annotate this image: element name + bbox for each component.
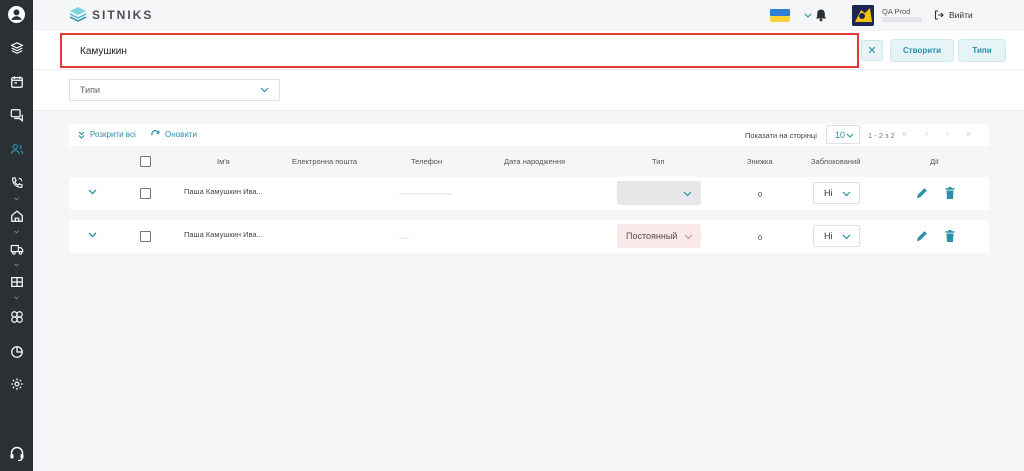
row-name[interactable]: Паша Камушкин Ива... [184, 230, 263, 239]
header: SITNIKS QA Prod Вийти [33, 0, 1024, 31]
row-type-value: Постоянный [626, 231, 678, 241]
row-type-select[interactable]: Постоянный [617, 224, 701, 248]
row-blocked-value: Ні [824, 188, 833, 198]
chevron-down-icon [684, 234, 693, 240]
column-phone: Телефон [411, 157, 443, 166]
row-type-select[interactable] [617, 181, 701, 205]
integrations-icon[interactable] [0, 306, 33, 328]
refresh-label: Оновити [165, 130, 197, 139]
avatar[interactable] [852, 5, 874, 26]
users-icon[interactable] [0, 138, 33, 160]
clear-search-button[interactable]: ✕ [861, 40, 883, 61]
chevron-down-icon [846, 133, 854, 138]
chat-icon[interactable] [0, 104, 33, 126]
table-row[interactable]: Паша Камушкин Ива... Постоянный 0 Ні [69, 220, 989, 253]
chevron-down-icon [842, 234, 851, 240]
column-birthdate: Дата народження [504, 157, 566, 166]
bell-icon[interactable] [815, 8, 827, 22]
per-page-label: Показати на сторінці [745, 131, 817, 140]
chevron-down-icon [14, 193, 19, 201]
search-input[interactable] [70, 40, 854, 62]
type-filter-placeholder: Типи [80, 85, 101, 95]
column-name: Ім'я [217, 157, 230, 166]
table-toolbar: Розкрити всі Оновити Показати на сторінц… [69, 124, 989, 146]
create-button[interactable]: Створити [890, 39, 954, 62]
chevron-down-icon [14, 292, 19, 300]
row-blocked-select[interactable]: Ні [813, 225, 860, 247]
double-chevron-down-icon [78, 131, 85, 139]
pagination-range: 1 - 2 з 2 [868, 131, 895, 140]
table-header: Ім'я Електронна пошта Телефон Дата народ… [69, 153, 989, 171]
row-checkbox[interactable] [140, 231, 151, 242]
row-name[interactable]: Паша Камушкин Ива... [184, 187, 263, 196]
logout-label: Вийти [949, 10, 973, 20]
home-icon[interactable] [0, 205, 33, 227]
close-icon: ✕ [867, 45, 877, 57]
chevron-down-icon [260, 87, 269, 93]
table-row[interactable]: Паша Камушкин Ива... 0 Ні [69, 177, 989, 210]
logo-text: SITNIKS [92, 7, 154, 22]
sidebar [0, 0, 33, 471]
chevron-down-icon [683, 191, 692, 197]
prev-page-icon[interactable]: ‹ [925, 128, 928, 138]
next-page-icon[interactable]: › [946, 128, 949, 138]
phone-placeholder [399, 237, 409, 239]
delete-icon[interactable] [945, 187, 955, 199]
chevron-down-icon[interactable] [804, 13, 812, 18]
analytics-icon[interactable] [0, 341, 33, 363]
refresh-icon [151, 130, 160, 136]
row-checkbox[interactable] [140, 188, 151, 199]
select-all-checkbox[interactable] [140, 156, 151, 167]
logout-icon [934, 10, 944, 20]
logout-button[interactable]: Вийти [934, 10, 973, 20]
per-page-value: 10 [835, 129, 846, 140]
type-filter-select[interactable]: Типи [69, 79, 280, 101]
edit-icon[interactable] [916, 230, 928, 242]
column-type: Тип [652, 157, 665, 166]
support-icon[interactable] [0, 442, 33, 464]
chevron-down-icon [842, 191, 851, 197]
chevron-down-icon[interactable] [88, 189, 97, 195]
calendar-icon[interactable] [0, 71, 33, 93]
profile-icon[interactable] [0, 3, 33, 25]
phone-icon[interactable] [0, 172, 33, 194]
column-actions: Дії [930, 157, 939, 166]
column-email: Електронна пошта [292, 157, 358, 166]
layers-icon[interactable] [0, 37, 33, 59]
column-discount: Знижка [747, 157, 773, 166]
refresh-button[interactable]: Оновити [151, 130, 197, 139]
per-page-select[interactable]: 10 [826, 125, 860, 144]
warehouse-icon[interactable] [0, 271, 33, 293]
language-flag[interactable] [770, 9, 790, 22]
search-bar: ✕ Створити Типи [33, 31, 1024, 69]
types-button[interactable]: Типи [958, 39, 1006, 62]
phone-placeholder [399, 193, 451, 195]
row-blocked-value: Ні [824, 231, 833, 241]
filter-bar: Типи [33, 69, 1024, 111]
chevron-down-icon [14, 259, 19, 267]
chevron-down-icon[interactable] [88, 232, 97, 238]
last-page-icon[interactable]: » [966, 128, 971, 138]
expand-all-label: Розкрити всі [90, 130, 136, 139]
logo-icon [69, 7, 87, 22]
row-discount: 0 [758, 233, 763, 242]
chevron-down-icon [14, 226, 19, 234]
expand-all-button[interactable]: Розкрити всі [78, 130, 136, 139]
row-discount: 0 [758, 190, 763, 199]
user-name: QA Prod [882, 7, 911, 16]
edit-icon[interactable] [916, 187, 928, 199]
user-subtitle [882, 17, 922, 22]
row-blocked-select[interactable]: Ні [813, 182, 860, 204]
column-blocked: Заблокований [811, 157, 861, 166]
delete-icon[interactable] [945, 230, 955, 242]
gear-icon[interactable] [0, 373, 33, 395]
logo[interactable]: SITNIKS [69, 6, 153, 23]
truck-icon[interactable] [0, 238, 33, 260]
first-page-icon[interactable]: « [902, 128, 907, 138]
